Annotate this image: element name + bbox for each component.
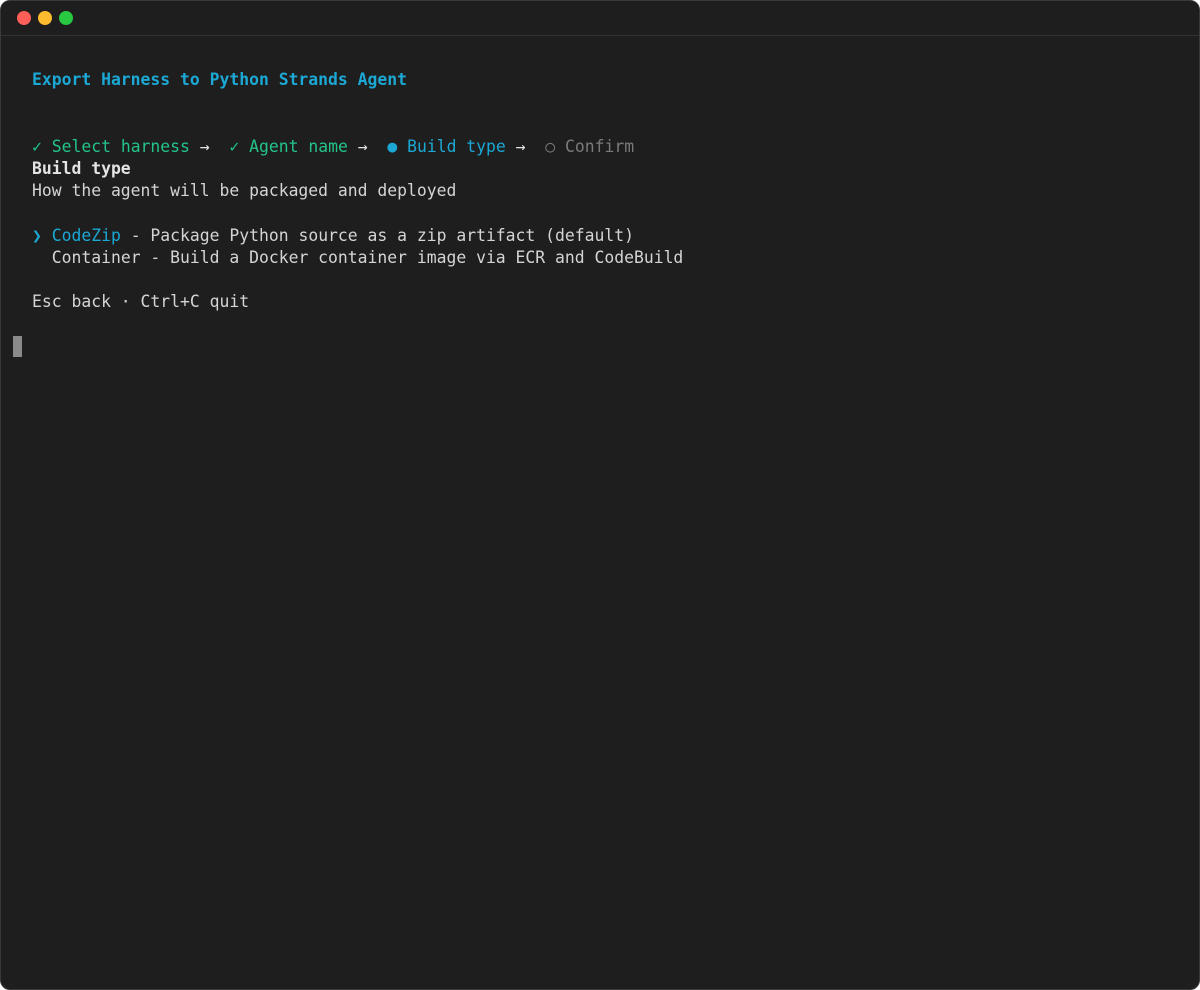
terminal-content: Export Harness to Python Strands Agent ✓…: [32, 1, 683, 311]
terminal-window: Export Harness to Python Strands Agent ✓…: [0, 0, 1200, 990]
option-codezip[interactable]: ❯ CodeZip - Package Python source as a z…: [32, 225, 634, 247]
section-description: How the agent will be packaged and deplo…: [32, 181, 457, 200]
step-3-marker-icon: ●: [387, 137, 398, 156]
option-codezip-name: CodeZip: [51, 226, 121, 245]
step-agent-name: Agent name: [249, 137, 348, 156]
terminal-cursor: [13, 336, 22, 357]
close-button[interactable]: [17, 11, 31, 25]
title-bar: [1, 1, 1199, 36]
option-container-description: - Build a Docker container image via ECR…: [140, 248, 684, 267]
step-1-marker-icon: ✓: [32, 137, 42, 156]
section-heading: Build type: [32, 159, 131, 178]
selection-pointer-icon: ❯: [32, 226, 42, 245]
option-container-name: Container: [51, 248, 141, 267]
step-progress: ✓ Select harness → ✓ Agent name → ● Buil…: [32, 136, 634, 158]
step-confirm: Confirm: [565, 137, 635, 156]
keyboard-hint: Esc back · Ctrl+C quit: [32, 292, 250, 311]
step-2-marker-icon: ✓: [229, 137, 240, 156]
step-select-harness: Select harness: [51, 137, 190, 156]
step-build-type: Build type: [407, 137, 506, 156]
option-codezip-description: - Package Python source as a zip artifac…: [120, 226, 634, 245]
step-arrow-icon: →: [515, 137, 526, 156]
step-arrow-icon: →: [199, 137, 210, 156]
option-container[interactable]: Container - Build a Docker container ima…: [32, 247, 684, 269]
step-4-marker-icon: ○: [545, 137, 556, 156]
step-arrow-icon: →: [357, 137, 368, 156]
page-title: Export Harness to Python Strands Agent: [32, 70, 407, 89]
